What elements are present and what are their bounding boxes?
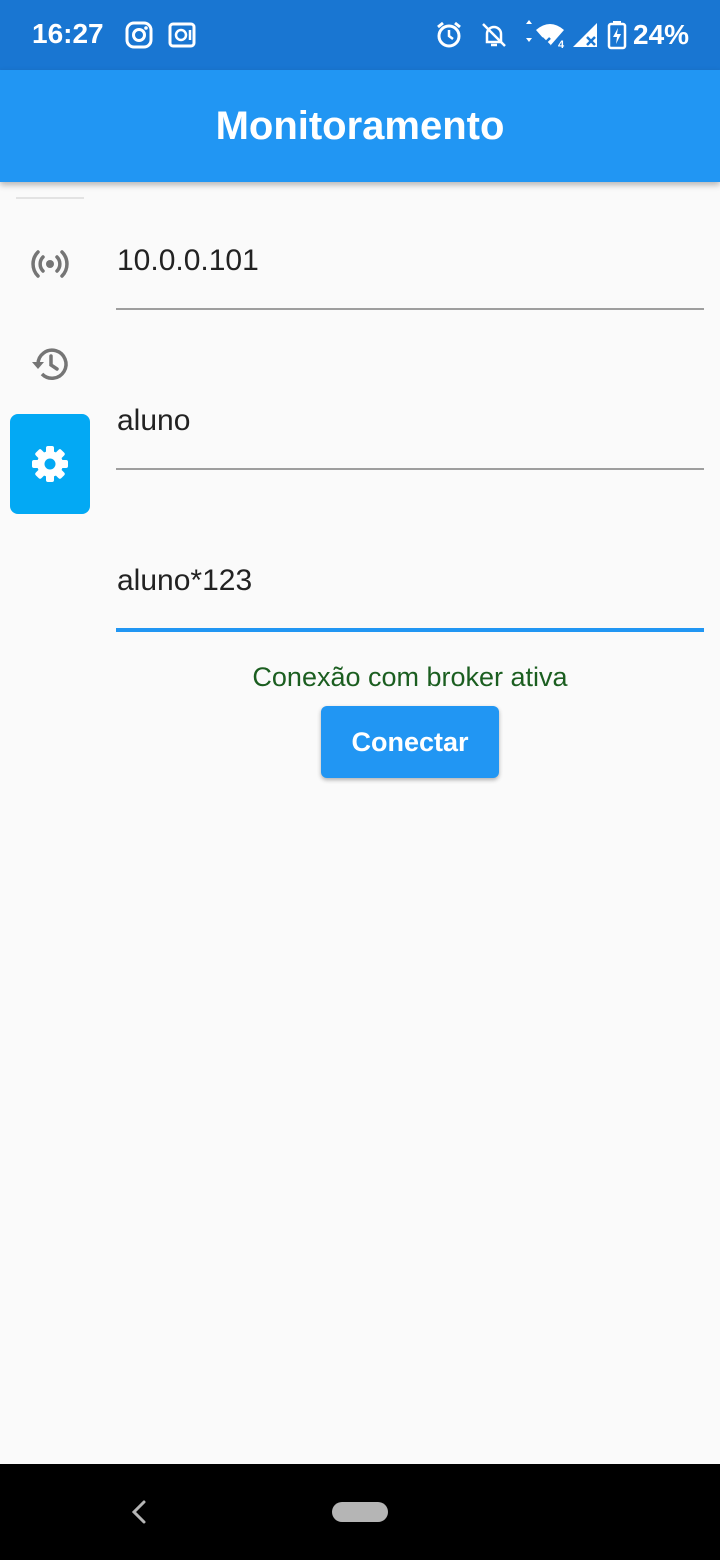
- svg-text:4: 4: [558, 39, 565, 50]
- battery-charging-icon: [607, 21, 627, 50]
- status-time: 16:27: [32, 18, 104, 49]
- nav-rail-item-broker[interactable]: [10, 214, 90, 314]
- username-underline: [116, 468, 704, 470]
- cell-signal-icon: [573, 23, 597, 47]
- page-title: Monitoramento: [215, 104, 505, 148]
- instagram-icon: [125, 21, 153, 49]
- password-underline: [116, 628, 704, 632]
- alarm-icon: [437, 21, 461, 48]
- password-field[interactable]: aluno*123: [116, 550, 704, 632]
- host-field[interactable]: 10.0.0.101: [116, 230, 704, 312]
- password-value: aluno*123: [117, 564, 253, 597]
- username-field[interactable]: aluno: [116, 390, 704, 472]
- host-value: 10.0.0.101: [117, 244, 259, 277]
- notifications-off-icon: [482, 23, 506, 47]
- history-icon: [32, 348, 68, 380]
- broadcast-icon: [31, 250, 69, 278]
- home-pill[interactable]: [332, 1502, 388, 1522]
- app-bar: Monitoramento: [0, 70, 720, 182]
- rail-divider: [16, 197, 84, 199]
- username-value: aluno: [117, 404, 191, 437]
- nav-rail-item-history[interactable]: [10, 314, 90, 414]
- wifi-icon: 4: [526, 20, 565, 50]
- connect-button[interactable]: Conectar: [321, 706, 499, 778]
- camera-app-icon: [168, 22, 196, 48]
- status-bar: 16:27 4 24%: [0, 0, 720, 70]
- battery-percent: 24%: [633, 19, 690, 50]
- nav-rail-item-settings[interactable]: [10, 414, 90, 514]
- back-icon[interactable]: [124, 1494, 154, 1530]
- host-underline: [116, 308, 704, 310]
- settings-icon: [32, 446, 68, 482]
- connection-status-text: Conexão com broker ativa: [252, 662, 568, 692]
